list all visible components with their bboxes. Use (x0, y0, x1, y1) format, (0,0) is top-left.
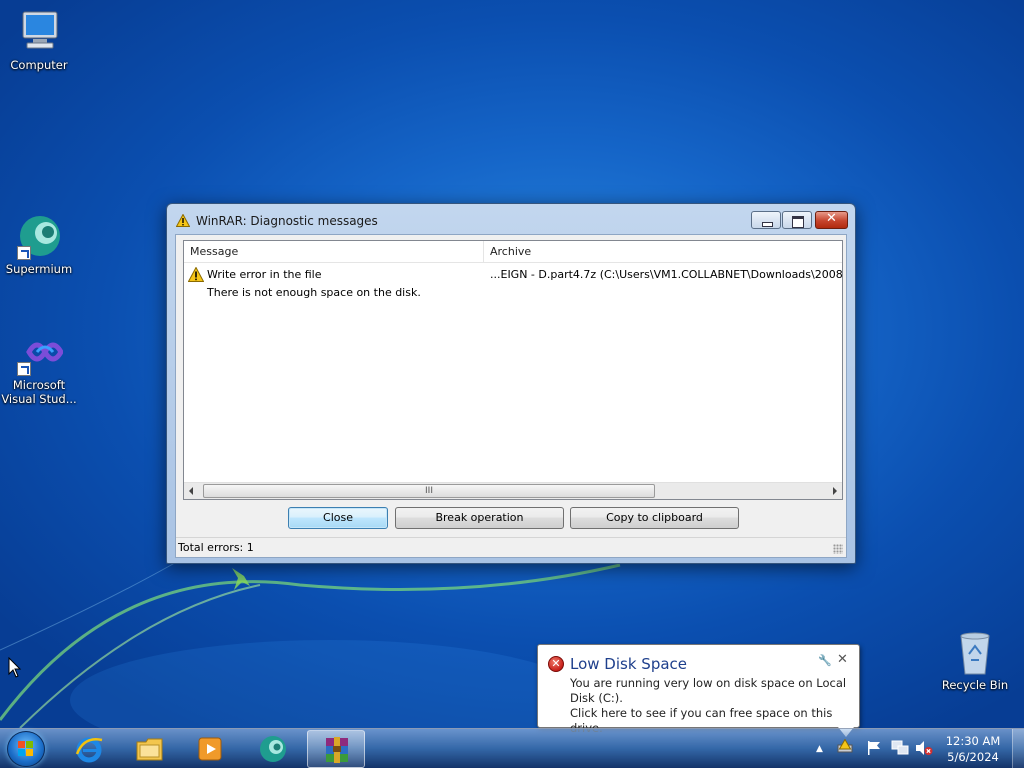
shortcut-arrow-icon (17, 246, 31, 260)
notification-line: You are running very low on disk space o… (570, 676, 847, 705)
taskbar-app-supermium[interactable] (244, 730, 302, 768)
taskbar-app-winrar[interactable] (307, 730, 365, 768)
desktop-icon-computer[interactable]: Computer (0, 10, 78, 72)
taskbar: ▲ 12:30 AM 5/6/2024 (0, 728, 1024, 768)
copy-to-clipboard-button[interactable]: Copy to clipboard (570, 507, 739, 529)
taskbar-app-explorer[interactable] (121, 730, 179, 768)
desktop-icon-label: Computer (10, 58, 68, 72)
close-button[interactable]: Close (288, 507, 388, 529)
list-header: Message Archive (184, 241, 842, 263)
clock-time: 12:30 AM (945, 734, 1001, 748)
desktop-icon-label: Supermium (5, 262, 73, 276)
show-desktop-button[interactable] (1012, 729, 1024, 768)
maximize-button[interactable] (782, 211, 812, 229)
break-operation-button[interactable]: Break operation (395, 507, 564, 529)
mouse-cursor-icon (8, 657, 22, 678)
scroll-left-arrow-icon[interactable] (189, 487, 193, 495)
archive-text: ...EIGN - D.part4.7z (C:\Users\VM1.COLLA… (490, 268, 844, 281)
total-errors-text: Total errors: 1 (178, 541, 254, 554)
ie-icon (75, 737, 103, 763)
media-player-icon (198, 737, 222, 761)
clock-date: 5/6/2024 (947, 750, 999, 764)
window-client-area: Message Archive Write error in the file … (175, 234, 847, 558)
warning-icon (176, 214, 190, 227)
notification-title: Low Disk Space (570, 655, 688, 673)
desktop-icon-label: Microsoft Visual Stud... (1, 378, 77, 406)
options-wrench-icon[interactable]: 🔧 (818, 654, 832, 667)
window-title: WinRAR: Diagnostic messages (196, 214, 378, 228)
window-titlebar[interactable]: WinRAR: Diagnostic messages ✕ (167, 204, 855, 234)
winrar-diagnostic-window[interactable]: WinRAR: Diagnostic messages ✕ Message Ar… (166, 203, 856, 564)
desktop-icon-supermium[interactable]: Supermium (0, 214, 78, 276)
error-icon: ✕ (548, 656, 564, 672)
close-icon: ✕ (826, 211, 837, 226)
network-icon[interactable] (891, 740, 909, 756)
winrar-icon (326, 737, 348, 763)
scroll-thumb[interactable]: III (203, 484, 655, 498)
show-hidden-icons-icon[interactable]: ▲ (816, 744, 823, 754)
column-header-archive[interactable]: Archive (484, 241, 844, 263)
message-detail: There is not enough space on the disk. (207, 286, 421, 299)
start-button[interactable] (7, 731, 45, 767)
volume-muted-icon[interactable] (915, 740, 933, 756)
low-disk-space-notification[interactable]: ✕ Low Disk Space 🔧 ✕ You are running ver… (537, 644, 860, 737)
action-center-flag-icon[interactable] (866, 740, 882, 756)
minimize-button[interactable] (751, 211, 781, 229)
column-header-message[interactable]: Message (184, 241, 484, 263)
status-bar: Total errors: 1 (176, 537, 846, 557)
notification-body: You are running very low on disk space o… (570, 676, 854, 736)
warning-icon (188, 267, 204, 282)
resize-grip[interactable] (833, 544, 843, 554)
computer-icon (15, 10, 63, 56)
messages-list[interactable]: Message Archive Write error in the file … (183, 240, 844, 500)
shortcut-arrow-icon (17, 362, 31, 376)
taskbar-clock[interactable]: 12:30 AM 5/6/2024 (940, 733, 1006, 765)
folder-icon (136, 738, 163, 761)
windows-logo-icon (18, 741, 34, 757)
supermium-icon (260, 736, 286, 762)
desktop-icon-visual-studio[interactable]: Microsoft Visual Stud... (0, 330, 78, 406)
desktop-icon-recycle-bin[interactable]: Recycle Bin (936, 630, 1014, 692)
low-disk-warning-tray-icon[interactable] (837, 739, 853, 755)
list-item[interactable]: Write error in the file ...EIGN - D.part… (188, 267, 844, 283)
horizontal-scrollbar[interactable]: III (184, 482, 842, 499)
recycle-bin-icon (951, 630, 999, 676)
taskbar-app-media-player[interactable] (182, 730, 240, 768)
message-text: Write error in the file (207, 268, 322, 281)
scroll-right-arrow-icon[interactable] (833, 487, 837, 495)
visual-studio-icon (15, 330, 64, 376)
window-close-button[interactable]: ✕ (815, 211, 848, 229)
notification-close-icon[interactable]: ✕ (837, 652, 848, 667)
taskbar-app-internet-explorer[interactable] (60, 730, 118, 768)
supermium-icon (15, 214, 63, 260)
desktop-icon-label: Recycle Bin (941, 678, 1009, 692)
